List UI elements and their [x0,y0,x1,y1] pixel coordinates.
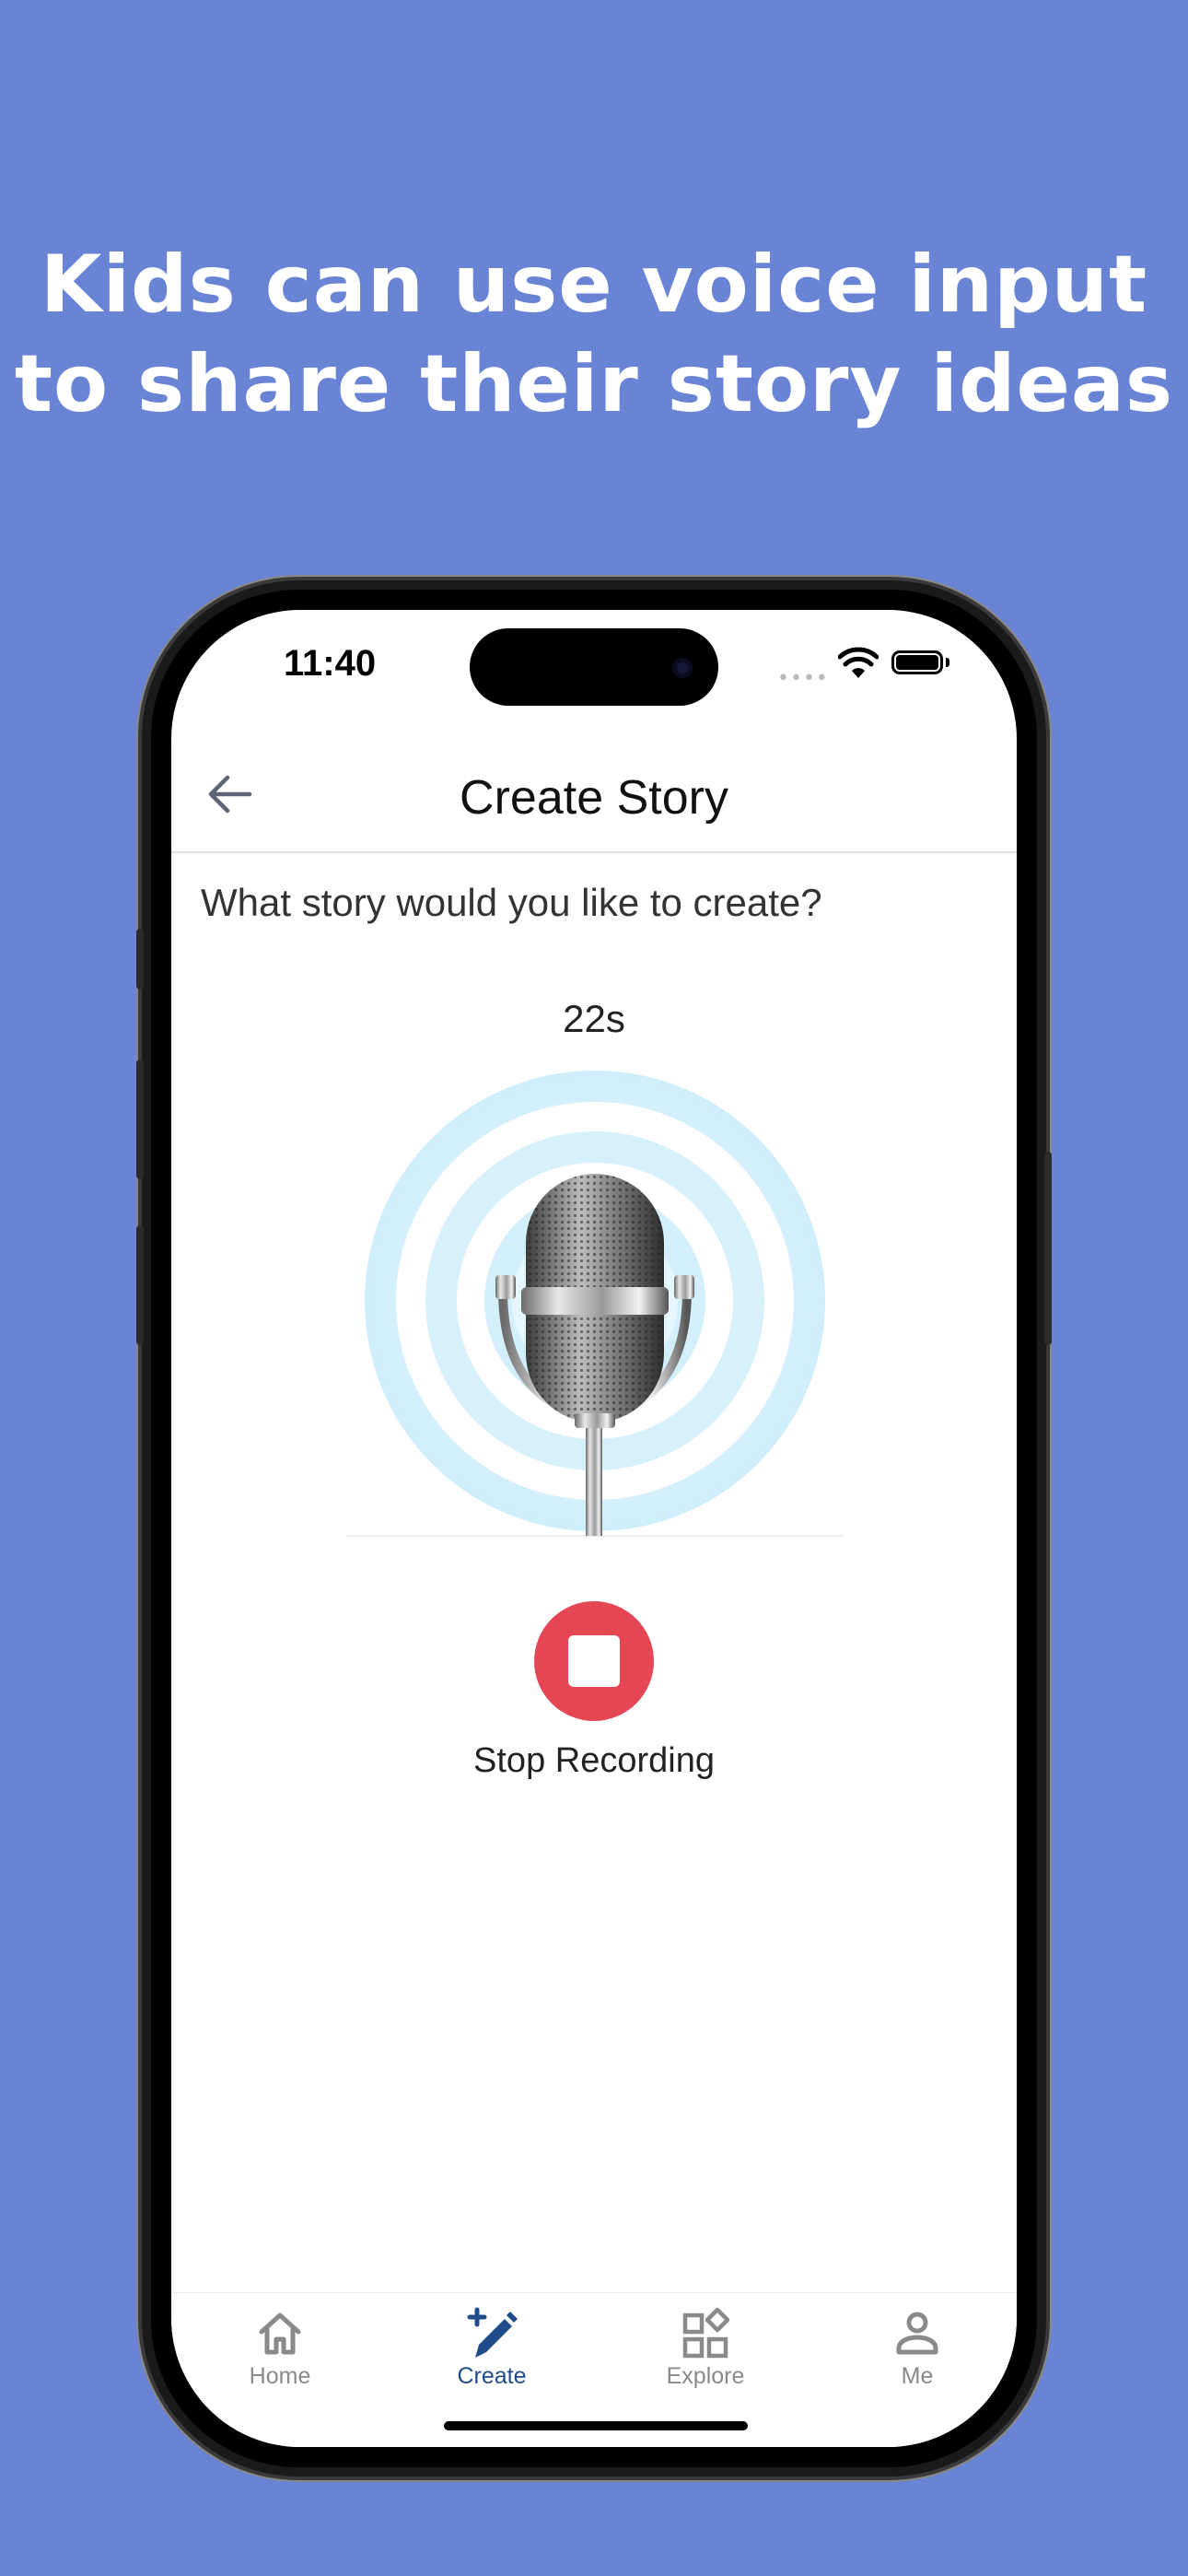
page-title: Create Story [460,771,728,825]
status-time: 11:40 [284,643,377,684]
side-button-volume-down [136,1225,144,1345]
tab-home[interactable]: Home [206,2304,354,2406]
tab-explore-label: Explore [666,2363,745,2389]
side-button-power [1044,1152,1052,1345]
headline-line-1: Kids can use voice input [40,239,1148,331]
tab-create-label: Create [457,2363,527,2389]
tab-me-label: Me [901,2363,934,2389]
headline-line-2: to share their story ideas [14,338,1174,430]
home-icon [259,2313,301,2355]
recording-timer: 22s [563,997,625,1040]
stop-square-icon [568,1635,620,1687]
tab-create[interactable]: Create [418,2304,565,2406]
stop-recording-button[interactable] [534,1601,654,1721]
cellular-signal-icon: •••• [777,667,829,690]
battery-icon [891,650,943,674]
microphone-icon [346,1071,844,1537]
pencil-plus-icon [467,2307,518,2358]
battery-level [896,655,938,670]
front-camera-icon [672,658,693,678]
marketing-headline: Kids can use voice input to share their … [0,235,1188,434]
recording-visual [346,1071,844,1540]
status-icons: •••• [777,647,961,690]
story-prompt: What story would you like to create? [201,881,822,924]
stop-recording-label: Stop Recording [473,1741,715,1780]
home-indicator[interactable] [444,2421,748,2430]
side-button-mute [136,929,144,989]
apps-icon [682,2307,730,2359]
dynamic-island [470,628,718,706]
person-icon [896,2312,938,2355]
navigation-header: Create Story [171,739,1017,853]
tab-home-label: Home [249,2363,311,2389]
wifi-icon [838,647,879,678]
side-button-volume-up [136,1060,144,1179]
battery-tip [946,658,949,667]
tab-me[interactable]: Me [844,2304,991,2406]
tab-explore[interactable]: Explore [632,2304,779,2406]
phone-screen: 11:40 •••• Create Story What story would… [171,610,1017,2447]
